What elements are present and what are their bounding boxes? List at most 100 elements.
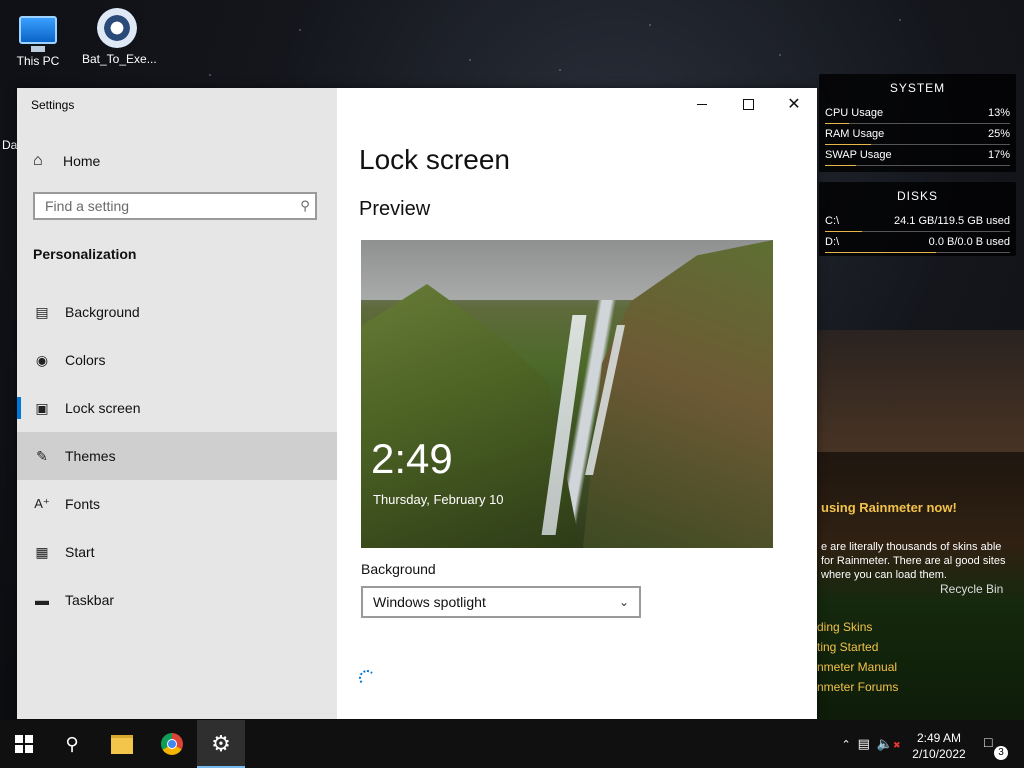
row-label: C:\ xyxy=(825,215,840,227)
desktop-icon-bat-to-exe[interactable]: Bat_To_Exe... xyxy=(82,8,157,66)
nav-item-themes[interactable]: ✎ Themes xyxy=(17,432,337,480)
taskbar-clock[interactable]: 2:49 AM 2/10/2022 xyxy=(906,730,972,762)
nav-item-label: Start xyxy=(65,544,95,560)
file-explorer-button[interactable] xyxy=(98,720,146,768)
clock-date: 2/10/2022 xyxy=(912,747,966,761)
search-button[interactable]: ⚲ xyxy=(48,720,96,768)
row-value: 24.1 GB/119.5 GB used xyxy=(894,215,1010,227)
row-label: RAM Usage xyxy=(825,128,885,140)
nav-item-fonts[interactable]: A⁺ Fonts xyxy=(17,480,337,528)
loading-spinner-icon xyxy=(359,670,375,686)
nav-item-background[interactable]: ▤ Background xyxy=(17,288,337,336)
nav-item-label: Lock screen xyxy=(65,400,141,416)
minimize-icon xyxy=(697,103,707,105)
rainmeter-disks-widget: DISKS C:\ 24.1 GB/119.5 GB used D:\ 0.0 … xyxy=(819,182,1016,256)
minimize-button[interactable] xyxy=(679,88,725,120)
close-icon: ✕ xyxy=(787,96,801,113)
desktop-icon-recycle-bin[interactable]: Recycle Bin xyxy=(940,582,1003,596)
palette-icon: ◉ xyxy=(35,351,49,368)
settings-taskbar-button[interactable]: ⚙ xyxy=(197,720,245,768)
taskbar-icon: ▬ xyxy=(35,592,49,608)
row-value: 13% xyxy=(987,107,1010,119)
nav-home[interactable]: ⌂ Home xyxy=(17,148,337,174)
row-label: SWAP Usage xyxy=(825,149,892,161)
nav-item-taskbar[interactable]: ▬ Taskbar xyxy=(17,576,337,624)
page-title: Lock screen xyxy=(359,144,510,175)
chrome-icon xyxy=(161,733,183,755)
desktop-partial-label: Da xyxy=(2,138,18,152)
gear-icon: ⚙ xyxy=(211,731,231,756)
welcome-body: e are literally thousands of skins able … xyxy=(821,541,1006,581)
volume-muted-icon[interactable]: 🔈✖ xyxy=(877,736,901,752)
welcome-link[interactable]: nmeter Manual xyxy=(817,660,897,674)
rainmeter-system-widget: SYSTEM CPU Usage 13% RAM Usage 25% SWAP … xyxy=(819,74,1016,172)
search-icon: ⚲ xyxy=(65,733,79,754)
window-title: Settings xyxy=(31,98,75,112)
close-button[interactable]: ✕ xyxy=(771,88,817,120)
row-value: 0.0 B/0.0 B used xyxy=(928,236,1010,248)
usage-bar xyxy=(825,252,936,253)
windows-logo-icon xyxy=(15,735,33,753)
row-label: CPU Usage xyxy=(825,107,884,119)
preview-date: Thursday, February 10 xyxy=(373,492,504,507)
start-icon: ▦ xyxy=(35,543,49,560)
background-label: Background xyxy=(361,561,436,577)
row-value: 17% xyxy=(987,149,1010,161)
lock-screen-icon: ▣ xyxy=(35,399,49,416)
usage-bar xyxy=(825,165,857,166)
picture-icon: ▤ xyxy=(35,303,49,320)
widget-title: DISKS xyxy=(896,189,938,203)
ram-usage-row: RAM Usage 25% xyxy=(825,124,1010,145)
welcome-link[interactable]: ting Started xyxy=(817,640,878,654)
chevron-down-icon: ⌄ xyxy=(618,595,630,609)
chevron-up-icon[interactable]: ⌃ xyxy=(841,738,850,751)
desktop-icon-this-pc[interactable]: This PC xyxy=(6,8,70,68)
network-icon[interactable]: ▤ xyxy=(858,736,870,752)
folder-icon xyxy=(111,734,133,754)
personalization-nav: ▤ Background ◉ Colors ▣ Lock screen ✎ Th… xyxy=(17,288,337,624)
nav-item-label: Themes xyxy=(65,448,116,464)
taskbar: ⚲ ⚙ ⌃ ▤ 🔈✖ 2:49 AM 2/10/2022 □ 3 xyxy=(0,720,1024,768)
search-input[interactable]: Find a setting ⚲ xyxy=(33,192,317,220)
nav-item-label: Background xyxy=(65,304,140,320)
themes-icon: ✎ xyxy=(36,447,48,464)
notification-count-badge: 3 xyxy=(994,746,1008,760)
search-icon: ⚲ xyxy=(300,198,310,213)
nav-item-colors[interactable]: ◉ Colors xyxy=(17,336,337,384)
disk-c-row: C:\ 24.1 GB/119.5 GB used xyxy=(825,211,1010,232)
row-label: D:\ xyxy=(825,236,840,248)
lock-screen-preview: 2:49 Thursday, February 10 xyxy=(361,240,773,548)
start-button[interactable] xyxy=(0,720,48,768)
desktop-icon-label: Bat_To_Exe... xyxy=(82,52,157,66)
system-tray: ⌃ ▤ 🔈✖ xyxy=(838,720,904,768)
desktop-icon-label: This PC xyxy=(16,54,60,68)
window-controls: ✕ xyxy=(679,88,817,120)
settings-sidebar: Settings ⌂ Home Find a setting ⚲ Persona… xyxy=(17,88,337,719)
background-dropdown[interactable]: Windows spotlight ⌄ xyxy=(361,586,641,618)
notification-center-button[interactable]: □ 3 xyxy=(984,734,1008,760)
section-heading: Personalization xyxy=(33,246,137,262)
settings-window: Settings ⌂ Home Find a setting ⚲ Persona… xyxy=(17,88,817,719)
disk-d-row: D:\ 0.0 B/0.0 B used xyxy=(825,232,1010,253)
computer-icon xyxy=(19,16,57,52)
chrome-button[interactable] xyxy=(148,720,196,768)
row-value: 25% xyxy=(987,128,1010,140)
fonts-icon: A⁺ xyxy=(34,496,50,511)
nav-home-label: Home xyxy=(63,153,101,169)
gear-icon xyxy=(97,8,137,48)
nav-item-lock-screen[interactable]: ▣ Lock screen xyxy=(17,384,337,432)
settings-content: ✕ Lock screen Preview 2:49 Thursday, Feb… xyxy=(337,88,817,719)
widget-title: SYSTEM xyxy=(889,81,946,95)
welcome-link[interactable]: ding Skins xyxy=(817,620,872,634)
preview-time: 2:49 xyxy=(371,435,453,482)
nav-item-label: Colors xyxy=(65,352,106,368)
home-icon: ⌂ xyxy=(33,152,43,169)
nav-item-label: Taskbar xyxy=(65,592,115,608)
maximize-button[interactable] xyxy=(725,88,771,120)
notification-icon: □ xyxy=(984,734,993,750)
welcome-link[interactable]: nmeter Forums xyxy=(817,680,898,694)
nav-item-start[interactable]: ▦ Start xyxy=(17,528,337,576)
clock-time: 2:49 AM xyxy=(916,731,962,745)
swap-usage-row: SWAP Usage 17% xyxy=(825,145,1010,166)
dropdown-value: Windows spotlight xyxy=(373,594,486,610)
